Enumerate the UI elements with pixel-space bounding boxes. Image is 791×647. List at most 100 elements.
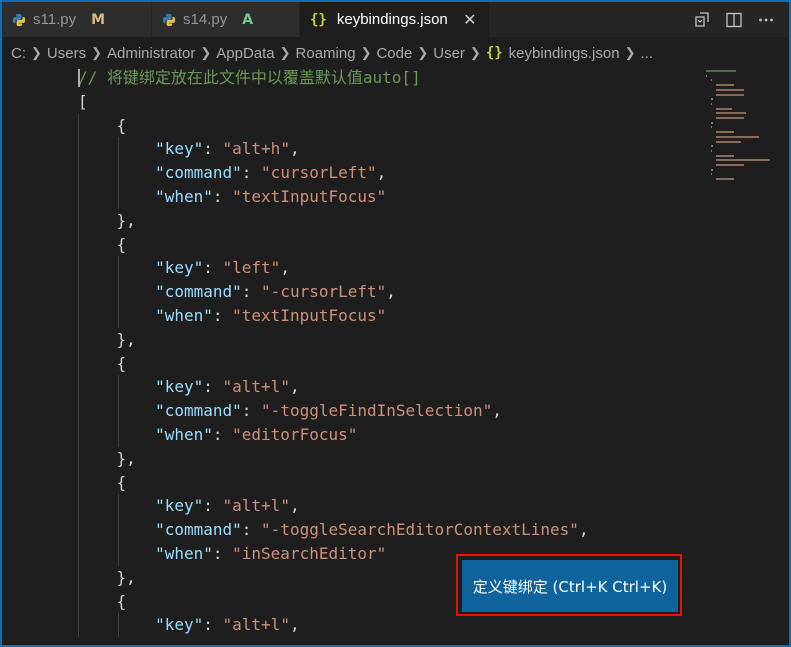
python-file-icon — [162, 13, 176, 27]
minimap-line — [710, 168, 714, 171]
code-text: "command": "cursorLeft", — [155, 163, 387, 183]
breadcrumb: C: ❯ Users ❯ Administrator ❯ AppData ❯ Roaming ❯ C… — [2, 40, 789, 66]
code-text: }, — [78, 210, 136, 230]
code-text: { — [78, 472, 127, 492]
minimap-line — [715, 135, 759, 138]
git-status-badge: M — [91, 11, 106, 28]
code-line[interactable]: 24 "key": "alt+l", — [2, 613, 702, 637]
minimap-line — [710, 149, 712, 152]
code-line[interactable]: 17 }, — [2, 447, 702, 471]
code-text: "when": "inSearchEditor" — [155, 544, 387, 563]
open-changes-icon[interactable] — [693, 11, 711, 29]
more-actions-icon[interactable] — [757, 11, 775, 29]
code-line[interactable]: 9 "key": "left", — [2, 256, 702, 280]
close-icon[interactable]: ✕ — [462, 10, 478, 29]
code-line[interactable]: 7 }, — [2, 209, 702, 233]
split-editor-icon[interactable] — [725, 11, 743, 29]
code-line[interactable]: 11 "when": "textInputFocus" — [2, 304, 702, 328]
code-text: "command": "-toggleSearchEditorContextLi… — [155, 520, 589, 540]
code-text: "key": "alt+l", — [155, 377, 300, 397]
minimap-line — [706, 70, 736, 72]
code-text: "when": "textInputFocus" — [155, 187, 387, 206]
code-line[interactable]: 6 "when": "textInputFocus" — [2, 185, 702, 209]
code-line[interactable]: 4 "key": "alt+h", — [2, 137, 702, 161]
tab-s14-py[interactable]: s14.py A — [152, 2, 300, 37]
minimap-line — [710, 79, 712, 82]
minimap-line — [715, 159, 770, 162]
code-line[interactable]: 12 }, — [2, 328, 702, 352]
code-text: "when": "editorFocus" — [155, 425, 358, 444]
breadcrumb-item[interactable]: Roaming — [296, 45, 356, 62]
vertical-scrollbar[interactable] — [775, 66, 789, 645]
minimap-line — [710, 173, 712, 176]
define-keybinding-button[interactable]: 定义键绑定 (Ctrl+K Ctrl+K) — [462, 560, 678, 612]
minimap-line — [715, 178, 734, 181]
breadcrumb-file[interactable]: keybindings.json — [509, 45, 620, 62]
chevron-right-icon: ❯ — [624, 45, 636, 60]
text-cursor — [78, 69, 80, 87]
tab-label: keybindings.json — [336, 11, 448, 28]
minimap-line — [706, 74, 708, 77]
tab-label: s14.py — [183, 11, 228, 28]
breadcrumb-item[interactable]: Code — [376, 45, 412, 62]
chevron-right-icon: ❯ — [360, 45, 372, 60]
minimap-line — [715, 88, 745, 91]
code-text: "key": "left", — [155, 258, 290, 278]
code-text: "key": "alt+l", — [155, 496, 300, 516]
code-line[interactable]: 3 { — [2, 114, 702, 138]
code-text: "command": "-cursorLeft", — [155, 282, 396, 302]
code-line[interactable]: 10 "command": "-cursorLeft", — [2, 280, 702, 304]
code-line[interactable]: 1// 将键绑定放在此文件中以覆盖默认值auto[] — [2, 66, 702, 90]
tab-s11-py[interactable]: s11.py M — [2, 2, 152, 37]
chevron-right-icon: ❯ — [279, 45, 291, 60]
chevron-right-icon: ❯ — [417, 45, 429, 60]
python-file-icon — [12, 13, 26, 27]
json-file-icon: {} — [310, 11, 327, 28]
code-text: }, — [78, 329, 136, 349]
minimap-line — [715, 117, 745, 119]
breadcrumb-item[interactable]: User — [433, 45, 465, 62]
editor-actions — [693, 2, 775, 37]
minimap-line — [715, 154, 734, 157]
code-text: [ — [78, 91, 88, 111]
tab-keybindings-json[interactable]: {} keybindings.json ✕ — [300, 2, 490, 37]
code-line[interactable]: 15 "command": "-toggleFindInSelection", — [2, 399, 702, 423]
minimap-line — [715, 84, 734, 87]
code-text: "command": "-toggleFindInSelection", — [155, 401, 502, 421]
minimap-line — [710, 102, 712, 105]
breadcrumb-more[interactable]: ... — [640, 45, 653, 62]
breadcrumb-item[interactable]: Users — [47, 45, 86, 62]
vscode-window: s11.py Ms14.py A {} keybindings.json ✕ C: ❯ Use… — [0, 0, 791, 647]
code-text: "key": "alt+h", — [155, 139, 300, 159]
chevron-right-icon: ❯ — [31, 45, 42, 60]
code-line[interactable]: 16 "when": "editorFocus" — [2, 423, 702, 447]
minimap-line — [715, 107, 733, 110]
breadcrumb-item[interactable]: AppData — [216, 45, 274, 62]
code-line[interactable]: 18 { — [2, 471, 702, 495]
breadcrumb-item[interactable]: Administrator — [107, 45, 195, 62]
code-line[interactable]: 5 "command": "cursorLeft", — [2, 161, 702, 185]
minimap-line — [710, 98, 714, 101]
minimap-line — [715, 131, 734, 134]
code-line[interactable]: 20 "command": "-toggleSearchEditorContex… — [2, 518, 702, 542]
minimap[interactable] — [702, 66, 774, 196]
code-line[interactable]: 19 "key": "alt+l", — [2, 494, 702, 518]
breadcrumb-item[interactable]: C: — [11, 45, 26, 62]
code-text: { — [78, 234, 127, 254]
chevron-right-icon: ❯ — [469, 45, 481, 60]
code-text: { — [78, 353, 127, 373]
code-line[interactable]: 13 { — [2, 352, 702, 376]
tab-label: s11.py — [33, 11, 77, 28]
code-line[interactable]: 14 "key": "alt+l", — [2, 375, 702, 399]
minimap-line — [715, 164, 745, 166]
minimap-line — [710, 145, 714, 148]
code-text: { — [78, 115, 127, 135]
chevron-right-icon: ❯ — [91, 45, 102, 60]
code-line[interactable]: 2[ — [2, 90, 702, 114]
code-text: // 将键绑定放在此文件中以覆盖默认值auto[] — [78, 68, 421, 87]
code-text: "when": "textInputFocus" — [155, 306, 387, 325]
code-text: }, — [78, 448, 136, 468]
code-text: }, — [78, 567, 136, 587]
code-line[interactable]: 8 { — [2, 233, 702, 257]
git-status-badge: A — [242, 11, 254, 28]
